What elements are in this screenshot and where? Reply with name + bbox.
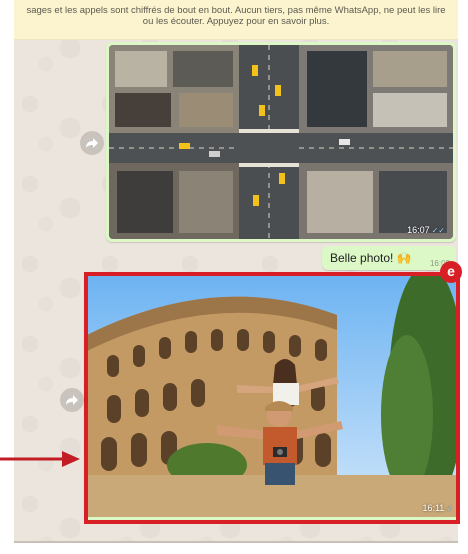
forward-button[interactable] bbox=[80, 131, 104, 155]
image-message-colosseum[interactable]: 16:11 ✓ bbox=[84, 272, 458, 520]
image-message-city[interactable]: 16:07 ✓✓ bbox=[106, 42, 456, 242]
forward-icon bbox=[66, 395, 78, 405]
city-aerial-image bbox=[109, 45, 453, 239]
text-message[interactable]: Belle photo! 🙌 16:09 bbox=[322, 246, 456, 270]
colosseum-image bbox=[87, 275, 458, 517]
read-ticks-icon: ✓✓ bbox=[431, 226, 445, 235]
message-time-text: 16:07 bbox=[407, 225, 430, 235]
city-aerial-photo[interactable]: 16:07 ✓✓ bbox=[109, 45, 453, 239]
forward-button[interactable] bbox=[60, 388, 84, 412]
annotation-arrow-icon bbox=[0, 451, 80, 467]
message-time: 16:07 ✓✓ bbox=[407, 225, 445, 235]
sent-tick-icon: ✓ bbox=[446, 504, 453, 513]
encryption-notice[interactable]: sages et les appels sont chiffrés de bou… bbox=[14, 0, 458, 40]
encryption-notice-text: sages et les appels sont chiffrés de bou… bbox=[26, 5, 446, 27]
forward-icon bbox=[86, 138, 98, 148]
message-text: Belle photo! 🙌 bbox=[330, 251, 412, 265]
message-time: 16:11 ✓ bbox=[422, 503, 453, 513]
message-time-text: 16:11 bbox=[422, 503, 445, 513]
annotation-badge: e bbox=[440, 261, 462, 283]
colosseum-photo[interactable]: 16:11 ✓ bbox=[87, 275, 458, 517]
annotated-screenshot: sages et les appels sont chiffrés de bou… bbox=[0, 0, 468, 554]
